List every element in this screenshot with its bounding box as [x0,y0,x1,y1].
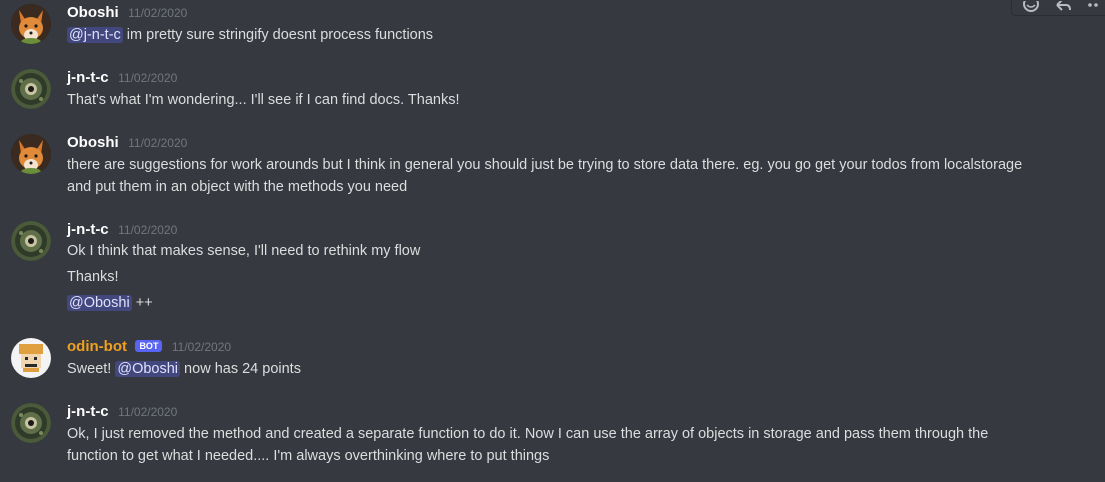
message-group: odin-bot BOT 11/02/2020 Sweet! @Oboshi n… [0,338,1105,382]
message-content: @Oboshi ++ [67,292,153,314]
iguana-avatar-icon [11,69,51,109]
timestamp[interactable]: 11/02/2020 [118,223,177,237]
message-content: Thanks! [67,269,119,285]
avatar[interactable] [11,221,51,261]
message-header: Oboshi 11/02/2020 [67,134,187,154]
timestamp[interactable]: 11/02/2020 [128,6,187,20]
message-content: Ok, I just removed the method and create… [67,426,989,442]
fox-avatar-icon [11,4,51,44]
timestamp[interactable]: 11/02/2020 [118,71,177,85]
timestamp[interactable]: 11/02/2020 [118,405,177,419]
message-content: Sweet! @Oboshi now has 24 points [67,358,301,380]
message-content: That's what I'm wondering... I'll see if… [67,92,460,108]
message-header: Oboshi 11/02/2020 [67,4,187,24]
message-header: j-n-t-c 11/02/2020 [67,403,177,423]
message-content: and put them in an object with the metho… [67,179,408,195]
message-hover-toolbar [1011,0,1105,16]
message-content: Ok I think that makes sense, I'll need t… [67,243,421,259]
iguana-avatar-icon [11,221,51,261]
more-icon[interactable] [1086,1,1104,15]
reply-icon[interactable] [1054,1,1072,15]
message-content: there are suggestions for work arounds b… [67,157,1023,173]
username[interactable]: j-n-t-c [67,221,109,238]
timestamp[interactable]: 11/02/2020 [128,136,187,150]
message-group: Oboshi 11/02/2020 @j-n-t-c im pretty sur… [0,4,1105,48]
pixel-face-avatar-icon [11,338,51,378]
avatar[interactable] [11,134,51,174]
message-text: im pretty sure stringify doesnt process … [122,27,434,43]
fox-avatar-icon [11,134,51,174]
user-mention[interactable]: @Oboshi [115,361,181,377]
message-text: now has 24 points [180,361,301,377]
username[interactable]: Oboshi [67,4,119,21]
timestamp[interactable]: 11/02/2020 [172,340,231,354]
avatar[interactable] [11,338,51,378]
message-group: j-n-t-c 11/02/2020 Ok, I just removed th… [0,403,1105,469]
message-group: Oboshi 11/02/2020 there are suggestions … [0,134,1105,200]
username[interactable]: j-n-t-c [67,403,109,420]
message-text: Sweet! [67,361,116,377]
message-text: ++ [131,295,153,311]
avatar[interactable] [11,69,51,109]
user-mention[interactable]: @j-n-t-c [67,27,123,43]
iguana-avatar-icon [11,403,51,443]
message-header: j-n-t-c 11/02/2020 [67,221,177,241]
message-group: j-n-t-c 11/02/2020 That's what I'm wonde… [0,69,1105,113]
message-group: j-n-t-c 11/02/2020 Ok I think that makes… [0,221,1105,315]
avatar[interactable] [11,4,51,44]
message-content: function to get what I needed.... I'm al… [67,448,550,464]
avatar[interactable] [11,403,51,443]
username[interactable]: Oboshi [67,134,119,151]
add-reaction-icon[interactable] [1022,1,1040,15]
message-header: j-n-t-c 11/02/2020 [67,69,177,89]
username[interactable]: j-n-t-c [67,69,109,86]
user-mention[interactable]: @Oboshi [67,295,132,311]
bot-badge: BOT [135,340,163,352]
message-header: odin-bot BOT 11/02/2020 [67,338,231,358]
username[interactable]: odin-bot [67,338,127,355]
message-content: @j-n-t-c im pretty sure stringify doesnt… [67,24,433,46]
